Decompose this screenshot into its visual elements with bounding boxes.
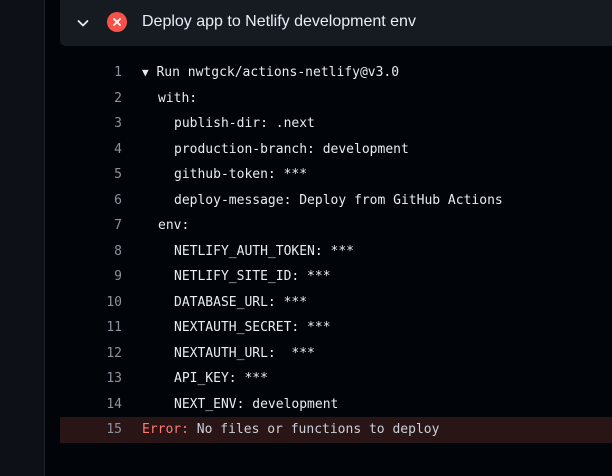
log-line-text: deploy-message: Deploy from GitHub Actio… [174,192,503,208]
line-number[interactable]: 5 [60,162,122,188]
log-line: 4 production-branch: development [60,137,612,163]
log-line: 8 NETLIFY_AUTH_TOKEN: *** [60,239,612,265]
log-text: NEXTAUTH_URL: *** [142,341,315,367]
log-text: NEXTAUTH_SECRET: *** [142,315,331,341]
log-line-text: NETLIFY_SITE_ID: *** [174,269,331,284]
log-line-text: NEXTAUTH_URL: *** [174,345,315,361]
line-number[interactable]: 13 [60,366,122,392]
log-text: NETLIFY_AUTH_TOKEN: *** [142,239,354,265]
log-line: 1 ▼ Run nwtgck/actions-netlify@v3.0 [60,60,612,86]
line-number[interactable]: 4 [60,137,122,163]
log-line-text: Run nwtgck/actions-netlify@v3.0 [156,65,400,80]
log-line: 12 NEXTAUTH_URL: *** [60,341,612,367]
log-line: 7 env: [60,213,612,239]
log-text: env: [142,213,189,239]
log-line: 2 with: [60,86,612,112]
log-line: 6 deploy-message: Deploy from GitHub Acti… [60,188,612,214]
log-line: 10 DATABASE_URL: *** [60,290,612,316]
log-line-text: env: [158,218,190,233]
log-line-text: github-token: *** [174,167,308,182]
x-circle-icon [107,12,127,32]
log-line-text: publish-dir: .next [174,116,315,131]
log-line-text: with: [158,90,198,106]
error-label: Error: [142,422,189,437]
log-line-text: production-branch: development [174,141,409,157]
line-number[interactable]: 12 [60,341,122,367]
log-line-text: NETLIFY_AUTH_TOKEN: *** [174,243,355,259]
log-text: github-token: *** [142,162,307,188]
log-line-text: API_KEY: *** [174,371,268,386]
line-number[interactable]: 8 [60,239,122,265]
line-number[interactable]: 6 [60,188,122,214]
log-text: ▼ Run nwtgck/actions-netlify@v3.0 [142,60,399,86]
log-text: production-branch: development [142,137,409,163]
line-number[interactable]: 11 [60,315,122,341]
error-text: No files or functions to deploy [188,422,440,437]
line-number[interactable]: 3 [60,111,122,137]
step-title: Deploy app to Netlify development env [142,13,416,30]
log-text: with: [142,86,197,112]
chevron-down-icon[interactable] [75,15,91,31]
log-line: 9 NETLIFY_SITE_ID: *** [60,264,612,290]
log-line: 5 github-token: *** [60,162,612,188]
log-line-text: NEXT_ENV: development [174,396,339,412]
log-text: DATABASE_URL: *** [142,290,307,316]
line-number[interactable]: 7 [60,213,122,239]
log-text: publish-dir: .next [142,111,315,137]
line-number[interactable]: 9 [60,264,122,290]
sidebar-strip [0,0,44,476]
log-text: NETLIFY_SITE_ID: *** [142,264,331,290]
log-line: 15 Error: No files or functions to deploy [60,417,612,443]
log-line: 3 publish-dir: .next [60,111,612,137]
log-output: 1 ▼ Run nwtgck/actions-netlify@v3.0 2 with:… [60,60,612,443]
log-line-text: DATABASE_URL: *** [174,294,308,310]
line-number[interactable]: 10 [60,290,122,316]
line-number[interactable]: 15 [60,417,122,443]
caret-down-icon[interactable]: ▼ [142,60,149,86]
log-text: API_KEY: *** [142,366,268,392]
log-line: 11 NEXTAUTH_SECRET: *** [60,315,612,341]
log-line: 14 NEXT_ENV: development [60,392,612,418]
log-line: 13 API_KEY: *** [60,366,612,392]
log-text: deploy-message: Deploy from GitHub Actio… [142,188,503,214]
log-text: NEXT_ENV: development [142,392,338,418]
step-header[interactable]: Deploy app to Netlify development env [60,0,612,46]
log-line-text: NEXTAUTH_SECRET: *** [174,320,331,335]
line-number[interactable]: 14 [60,392,122,418]
line-number[interactable]: 2 [60,86,122,112]
error-message: Error: No files or functions to deploy [142,417,439,443]
line-number[interactable]: 1 [60,60,122,86]
